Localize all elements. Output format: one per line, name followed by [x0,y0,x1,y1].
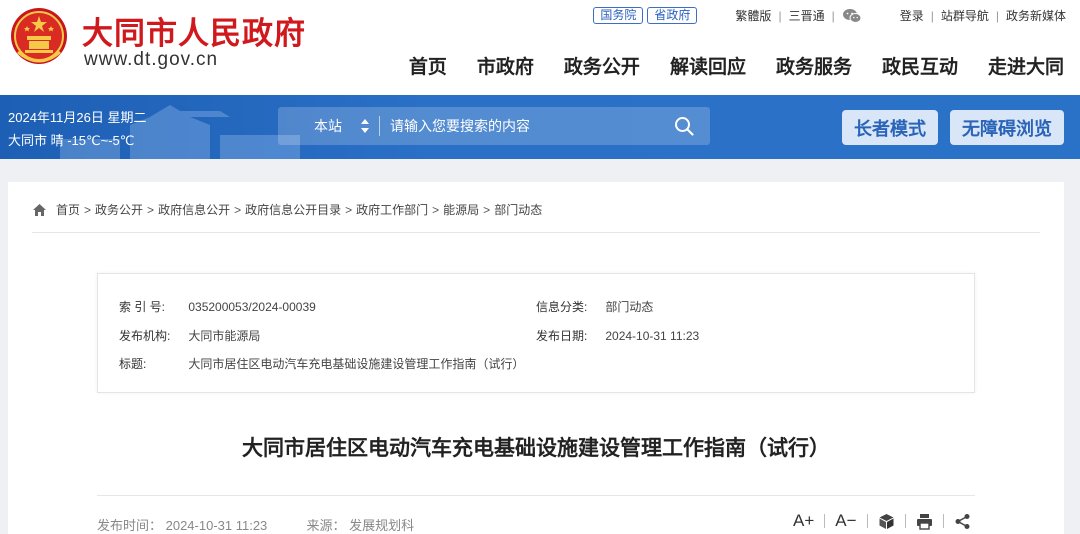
tool-separator [866,514,868,528]
document-info-box: 索 引 号: 035200053/2024-00039 信息分类: 部门动态 发… [97,273,975,393]
breadcrumb-separator: > [234,202,242,217]
site-url: www.dt.gov.cn [84,49,219,70]
nav-city-government[interactable]: 市政府 [477,52,534,79]
search-scope-label: 本站 [314,118,342,134]
top-links-bar: 国务院 省政府 繁體版 | 三晋通 | 登录 | 站群导航 | 政务新媒体 [593,7,1066,24]
article-tools: A+ A− [793,511,971,531]
link-site-navigation[interactable]: 站群导航 [941,7,989,24]
top-link-separator: | [778,8,782,23]
article-title: 大同市居住区电动汽车充电基础设施建设管理工作指南（试行） [242,437,830,460]
title-label: 标题: [119,357,147,371]
title-row: 标题: 大同市居住区电动汽车充电基础设施建设管理工作指南（试行） [119,355,524,372]
publish-time: 发布时间： 2024-10-31 11:23 [97,518,268,533]
printer-icon [916,513,932,530]
index-number-row: 索 引 号: 035200053/2024-00039 [119,298,316,315]
tool-separator [904,514,906,528]
tool-separator [942,514,944,528]
breadcrumb-home[interactable]: 首页 [56,201,80,218]
breadcrumb-energy-bureau[interactable]: 能源局 [443,201,479,218]
index-number-label: 索 引 号: [119,300,166,314]
search-divider [379,116,380,136]
search-box: 本站 [278,107,710,145]
weather-info: 大同市 晴 -15℃~-5℃ [8,133,135,148]
breadcrumb-separator: > [432,202,440,217]
category-label: 信息分类: [536,300,588,314]
publish-date-label: 发布日期: [536,329,588,343]
publish-date-row: 发布日期: 2024-10-31 11:23 [536,327,699,344]
publisher-label: 发布机构: [119,329,171,343]
site-title[interactable]: 大同市人民政府 [82,8,306,53]
breadcrumb-divider [32,232,1040,233]
publish-date-value: 2024-10-31 11:23 [605,329,700,343]
nav-government-affairs-open[interactable]: 政务公开 [564,52,640,79]
nav-interaction[interactable]: 政民互动 [882,52,958,79]
link-new-media[interactable]: 政务新媒体 [1006,7,1066,24]
search-input[interactable] [390,107,660,145]
article-source: 来源： 发展规划科 [306,518,415,533]
breadcrumb-separator: > [483,202,491,217]
nav-about-datong[interactable]: 走进大同 [988,52,1064,79]
nav-interpretation[interactable]: 解读回应 [670,52,746,79]
top-link-separator: | [995,8,999,23]
cube-icon [879,513,894,529]
breadcrumb-separator: > [147,202,155,217]
current-date: 2024年11月26日 星期二 [8,110,147,125]
city-skyline-decoration [60,105,300,159]
accessible-browsing-button[interactable]: 无障碍浏览 [950,110,1064,145]
share-button[interactable] [954,513,971,530]
breadcrumb-info-disclosure[interactable]: 政府信息公开 [158,201,230,218]
search-band: 2024年11月26日 星期二 大同市 晴 -15℃~-5℃ 本站 长者模式 无… [0,95,1080,159]
article-meta: 发布时间： 2024-10-31 11:23 来源： 发展规划科 [97,515,414,534]
breadcrumb-gov-affairs[interactable]: 政务公开 [95,201,143,218]
breadcrumb-departments[interactable]: 政府工作部门 [356,201,428,218]
breadcrumb-separator: > [345,202,353,217]
print-button[interactable] [916,513,933,530]
wechat-icon[interactable] [842,8,862,24]
link-login[interactable]: 登录 [900,7,924,24]
breadcrumb-separator: > [84,202,92,217]
tool-separator [824,514,826,528]
index-number-value: 035200053/2024-00039 [188,300,316,314]
national-emblem-icon[interactable] [8,6,70,68]
publisher-row: 发布机构: 大同市能源局 [119,327,260,344]
share-icon [955,513,970,529]
nav-home[interactable]: 首页 [409,52,447,79]
top-link-separator: | [930,8,934,23]
category-row: 信息分类: 部门动态 [536,298,653,315]
font-decrease-button[interactable]: A− [835,511,856,531]
font-increase-button[interactable]: A+ [793,511,814,531]
breadcrumb-disclosure-catalog[interactable]: 政府信息公开目录 [245,201,341,218]
category-value: 部门动态 [605,300,654,314]
publisher-value: 大同市能源局 [188,329,261,343]
content-card: 首页 > 政务公开 > 政府信息公开 > 政府信息公开目录 > 政府工作部门 >… [8,182,1064,534]
cube-view-button[interactable] [878,513,895,530]
title-divider [97,495,975,496]
home-icon[interactable] [32,203,47,217]
search-icon[interactable] [674,116,694,136]
nav-government-services[interactable]: 政务服务 [776,52,852,79]
breadcrumb-dept-news[interactable]: 部门动态 [494,201,542,218]
site-header: 大同市人民政府 www.dt.gov.cn 国务院 省政府 繁體版 | 三晋通 … [0,0,1080,95]
breadcrumb: 首页 > 政务公开 > 政府信息公开 > 政府信息公开目录 > 政府工作部门 >… [32,201,542,218]
link-provincial-government[interactable]: 省政府 [647,7,698,24]
link-state-council[interactable]: 国务院 [593,7,644,24]
elder-mode-button[interactable]: 长者模式 [842,110,938,145]
link-sanjin[interactable]: 三晋通 [789,7,825,24]
link-traditional-chinese[interactable]: 繁體版 [735,7,771,24]
main-nav: 首页 市政府 政务公开 解读回应 政务服务 政民互动 走进大同 [379,52,1064,79]
top-link-separator: | [831,8,835,23]
updown-arrows-icon [361,119,369,133]
title-value: 大同市居住区电动汽车充电基础设施建设管理工作指南（试行） [188,357,525,371]
